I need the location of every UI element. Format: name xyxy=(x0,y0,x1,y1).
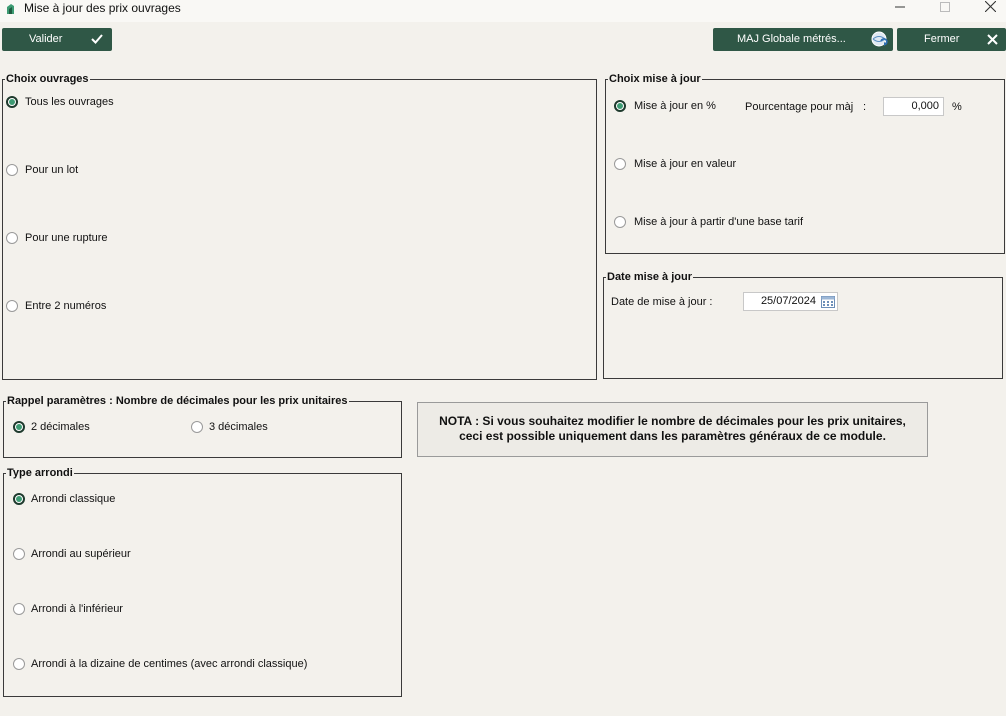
close-button-label: Fermer xyxy=(924,33,960,45)
maximize-button[interactable] xyxy=(925,0,965,16)
radio-label: Pour un lot xyxy=(25,164,79,176)
nota-line-2: ceci est possible uniquement dans les pa… xyxy=(459,429,886,443)
radio-selected-indicator xyxy=(13,493,25,505)
radio-indicator xyxy=(614,216,626,228)
date-maj-legend: Date mise à jour xyxy=(607,271,692,283)
radio-indicator xyxy=(191,421,203,433)
date-maj-group: Date mise à jour xyxy=(603,271,1003,379)
minimize-icon xyxy=(895,2,905,15)
nota-box: NOTA : Si vous souhaitez modifier le nom… xyxy=(417,402,928,457)
calendar-icon[interactable] xyxy=(821,295,835,311)
refresh-globe-icon xyxy=(871,31,888,51)
radio-selected-indicator xyxy=(6,96,18,108)
radio-maj-base-tarif[interactable]: Mise à jour à partir d'une base tarif xyxy=(614,216,803,228)
window-title: Mise à jour des prix ouvrages xyxy=(24,1,181,15)
radio-indicator xyxy=(13,603,25,615)
nota-line-1: NOTA : Si vous souhaitez modifier le nom… xyxy=(439,414,906,428)
radio-pour-un-lot[interactable]: Pour un lot xyxy=(6,164,78,176)
radio-label: Arrondi classique xyxy=(31,493,116,505)
radio-selected-indicator xyxy=(13,421,25,433)
choix-ouvrages-group: Choix ouvrages xyxy=(2,73,597,380)
date-label: Date de mise à jour : xyxy=(611,296,713,308)
pct-colon: : xyxy=(863,101,867,113)
radio-indicator xyxy=(6,300,18,312)
type-arrondi-legend: Type arrondi xyxy=(7,467,73,479)
pct-unit: % xyxy=(952,101,962,113)
pct-label: Pourcentage pour màj xyxy=(745,101,854,113)
radio-tous-les-ouvrages[interactable]: Tous les ouvrages xyxy=(6,96,114,108)
radio-label: Arrondi à la dizaine de centimes (avec a… xyxy=(31,658,308,670)
radio-label: 3 décimales xyxy=(209,421,268,433)
radio-indicator xyxy=(614,158,626,170)
close-icon xyxy=(984,0,996,15)
radio-pour-une-rupture[interactable]: Pour une rupture xyxy=(6,232,108,244)
radio-arrondi-classique[interactable]: Arrondi classique xyxy=(13,493,115,505)
window-close-button[interactable] xyxy=(970,0,1006,16)
pct-input[interactable]: 0,000 xyxy=(883,97,944,116)
radio-selected-indicator xyxy=(614,100,626,112)
radio-entre-2-numeros[interactable]: Entre 2 numéros xyxy=(6,300,106,312)
radio-maj-pourcent[interactable]: Mise à jour en % xyxy=(614,100,716,112)
validate-button-label: Valider xyxy=(29,33,63,45)
radio-label: Arrondi à l'inférieur xyxy=(31,603,123,615)
radio-label: Arrondi au supérieur xyxy=(31,548,131,560)
minimize-button[interactable] xyxy=(880,0,920,16)
radio-arrondi-superieur[interactable]: Arrondi au supérieur xyxy=(13,548,131,560)
radio-maj-valeur[interactable]: Mise à jour en valeur xyxy=(614,158,736,170)
radio-indicator xyxy=(6,164,18,176)
maj-globale-button-label: MAJ Globale métrés... xyxy=(737,33,846,45)
maj-globale-button[interactable]: MAJ Globale métrés... xyxy=(713,28,893,51)
maximize-icon xyxy=(940,1,950,15)
choix-ouvrages-legend: Choix ouvrages xyxy=(6,73,89,85)
radio-arrondi-inferieur[interactable]: Arrondi à l'inférieur xyxy=(13,603,123,615)
radio-label: Mise à jour à partir d'une base tarif xyxy=(634,216,804,228)
radio-label: 2 décimales xyxy=(31,421,90,433)
radio-2-decimales[interactable]: 2 décimales xyxy=(13,421,90,433)
validate-button[interactable]: Valider xyxy=(2,28,112,51)
radio-label: Pour une rupture xyxy=(25,232,108,244)
title-bar: Mise à jour des prix ouvrages xyxy=(0,0,1006,22)
radio-indicator xyxy=(6,232,18,244)
rappel-legend: Rappel paramètres : Nombre de décimales … xyxy=(7,395,348,407)
radio-label: Tous les ouvrages xyxy=(25,96,114,108)
radio-3-decimales[interactable]: 3 décimales xyxy=(191,421,268,433)
choix-maj-legend: Choix mise à jour xyxy=(609,73,701,85)
close-icon xyxy=(987,34,998,48)
radio-label: Mise à jour en valeur xyxy=(634,158,737,170)
app-icon xyxy=(7,4,14,14)
radio-label: Mise à jour en % xyxy=(634,100,716,112)
close-button[interactable]: Fermer xyxy=(897,28,1006,51)
radio-arrondi-dizaine[interactable]: Arrondi à la dizaine de centimes (avec a… xyxy=(13,658,307,670)
radio-indicator xyxy=(13,658,25,670)
radio-indicator xyxy=(13,548,25,560)
check-icon xyxy=(91,34,103,47)
radio-label: Entre 2 numéros xyxy=(25,300,107,312)
